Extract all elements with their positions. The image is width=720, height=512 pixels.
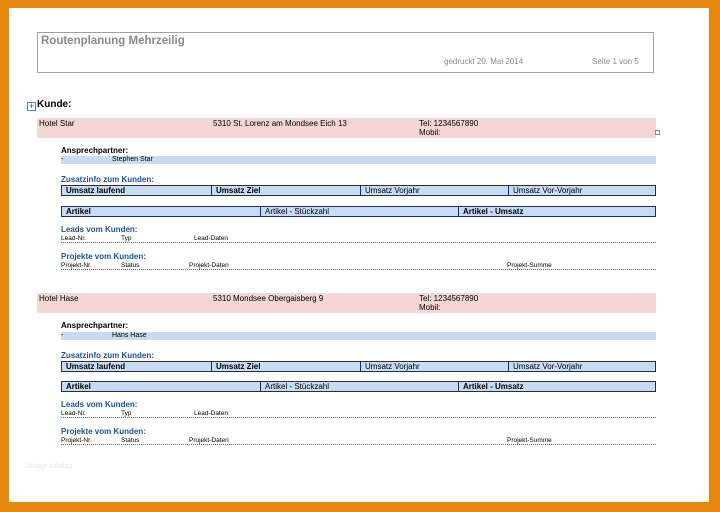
artikel-cell: Artikel xyxy=(66,207,91,216)
projekt-summe-header: Projekt-Summe xyxy=(507,437,552,444)
customer-row: Hotel Star 5310 St. Lorenz am Mondsee Ei… xyxy=(37,118,656,138)
leads-column-header: Lead-Nr. Typ Lead-Daten xyxy=(61,410,656,418)
contact-row: - Hans Hase xyxy=(61,332,656,340)
projekt-nr-header: Projekt-Nr. xyxy=(61,262,92,269)
leads-column-header: Lead-Nr. Typ Lead-Daten xyxy=(61,235,656,243)
customer-address: 5310 Mondsee Obergaisberg 9 xyxy=(213,294,324,303)
umsatz-table: Umsatz laufend Umsatz Ziel Umsatz Vorjah… xyxy=(61,361,656,372)
contact-dash: - xyxy=(61,332,64,339)
umsatz-vorjahr-cell: Umsatz Vorjahr xyxy=(360,186,508,195)
customer-tel: Tel: 1234567890 xyxy=(419,294,479,303)
zusatzinfo-label: Zusatzinfo zum Kunden: xyxy=(61,351,154,360)
ansprechpartner-label: Ansprechpartner: xyxy=(61,146,129,155)
page-indicator: Seite 1 von 5 xyxy=(592,57,639,66)
report-header: Routenplanung Mehrzeilig gedruckt 20. Ma… xyxy=(37,32,654,73)
customer-row: Hotel Hase 5310 Mondsee Obergaisberg 9 T… xyxy=(37,293,656,313)
artikel-stueckzahl-cell: Artikel - Stückzahl xyxy=(260,207,458,216)
lead-daten-header: Lead-Daten xyxy=(194,410,228,417)
contact-row: - Stephen Star xyxy=(61,156,656,164)
umsatz-table: Umsatz laufend Umsatz Ziel Umsatz Vorjah… xyxy=(61,185,656,196)
zusatzinfo-label: Zusatzinfo zum Kunden: xyxy=(61,175,154,184)
status-header: Status xyxy=(121,437,140,444)
umsatz-laufend-cell: Umsatz laufend xyxy=(66,186,126,195)
projekt-daten-header: Projekt-Daten xyxy=(189,262,229,269)
print-date: gedruckt 20. Mai 2014 xyxy=(444,57,524,66)
customer-tel: Tel: 1234567890 xyxy=(419,119,479,128)
umsatz-vorjahr-cell: Umsatz Vorjahr xyxy=(360,362,508,371)
leads-label: Leads vom Kunden: xyxy=(61,225,138,234)
contact-dash: - xyxy=(61,156,64,163)
report-title: Routenplanung Mehrzeilig xyxy=(41,35,185,47)
watermark: Vorlage katalog xyxy=(24,463,73,470)
contact-name: Stephen Star xyxy=(112,156,153,163)
projekte-label: Projekte vom Kunden: xyxy=(61,427,146,436)
lead-daten-header: Lead-Daten xyxy=(194,235,228,242)
artikel-stueckzahl-cell: Artikel - Stückzahl xyxy=(260,382,458,391)
typ-header: Typ xyxy=(121,410,132,417)
contact-name: Hans Hase xyxy=(112,332,147,339)
projekt-daten-header: Projekt-Daten xyxy=(189,437,229,444)
projekt-summe-header: Projekt-Summe xyxy=(507,262,552,269)
group-label-kunde: Kunde: xyxy=(37,99,72,110)
umsatz-vorvorjahr-cell: Umsatz Vor-Vorjahr xyxy=(508,186,655,195)
lead-nr-header: Lead-Nr. xyxy=(61,410,86,417)
expand-icon[interactable]: + xyxy=(27,102,36,111)
typ-header: Typ xyxy=(121,235,132,242)
status-header: Status xyxy=(121,262,140,269)
artikel-table: Artikel Artikel - Stückzahl Artikel - Um… xyxy=(61,206,656,217)
customer-mobil: Mobil: xyxy=(419,303,441,312)
umsatz-ziel-cell: Umsatz Ziel xyxy=(211,362,360,371)
customer-name: Hotel Star xyxy=(39,119,75,128)
umsatz-vorvorjahr-cell: Umsatz Vor-Vorjahr xyxy=(508,362,655,371)
customer-name: Hotel Hase xyxy=(39,294,79,303)
umsatz-ziel-cell: Umsatz Ziel xyxy=(211,186,360,195)
artikel-umsatz-cell: Artikel - Umsatz xyxy=(458,207,655,216)
resize-handle[interactable] xyxy=(655,130,660,135)
artikel-umsatz-cell: Artikel - Umsatz xyxy=(458,382,655,391)
projekte-column-header: Projekt-Nr. Status Projekt-Daten Projekt… xyxy=(61,437,656,445)
artikel-table: Artikel Artikel - Stückzahl Artikel - Um… xyxy=(61,381,656,392)
ansprechpartner-label: Ansprechpartner: xyxy=(61,321,129,330)
customer-address: 5310 St. Lorenz am Mondsee Eich 13 xyxy=(213,119,347,128)
customer-mobil: Mobil: xyxy=(419,128,441,137)
projekte-label: Projekte vom Kunden: xyxy=(61,252,146,261)
projekte-column-header: Projekt-Nr. Status Projekt-Daten Projekt… xyxy=(61,262,656,270)
artikel-cell: Artikel xyxy=(66,382,91,391)
umsatz-laufend-cell: Umsatz laufend xyxy=(66,362,126,371)
lead-nr-header: Lead-Nr. xyxy=(61,235,86,242)
projekt-nr-header: Projekt-Nr. xyxy=(61,437,92,444)
leads-label: Leads vom Kunden: xyxy=(61,400,138,409)
